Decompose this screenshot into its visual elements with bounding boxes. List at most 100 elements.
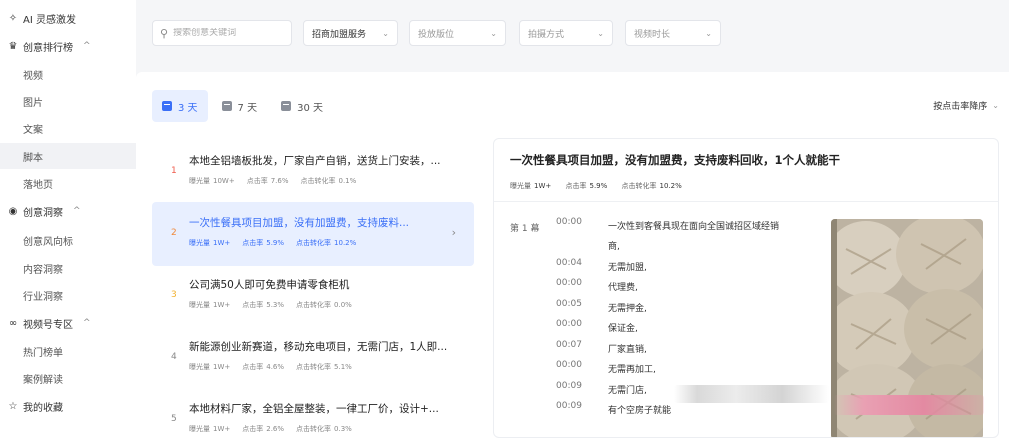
- sidebar-item[interactable]: 热门榜单: [0, 338, 136, 364]
- ctr-label: 点击率: [565, 182, 587, 190]
- exposure-label: 曝光量: [189, 425, 210, 433]
- ctr-value: 7.6%: [270, 177, 289, 185]
- subtitle-text: 保证金,: [608, 324, 638, 334]
- sidebar-item[interactable]: 创意风向标: [0, 227, 136, 253]
- ranking-item[interactable]: 1 本地全铝墙板批发，厂家自产自销，送货上门安装，... 曝光量 10W+ 点击率 7.6…: [152, 140, 474, 204]
- shooting-style-dropdown[interactable]: 拍摄方式 ⌄: [519, 20, 613, 46]
- tab-30-days[interactable]: 30 天: [271, 90, 333, 122]
- sidebar-item-label: 脚本: [23, 152, 43, 164]
- sidebar-item[interactable]: 案例解读: [0, 365, 136, 391]
- sidebar-item-label: 图片: [23, 97, 43, 109]
- subtitle-row: 00:00 无需再加工,: [556, 360, 826, 380]
- sidebar-item-label: 落地页: [23, 179, 53, 191]
- rank-number: 4: [171, 352, 177, 362]
- subtitle-row: 00:05 无需押金,: [556, 299, 826, 319]
- subtitle-text: 一次性到客餐具现在面向全国诚招区域经销: [608, 222, 780, 232]
- cvr-value: 0.1%: [338, 177, 357, 185]
- subtitle-row: 00:07 厂家直销,: [556, 340, 826, 360]
- subtitle-time: 00:09: [556, 401, 582, 411]
- cvr-value: 10.2%: [659, 182, 682, 190]
- exposure-value: 1W+: [534, 182, 552, 190]
- duration-dropdown-label: 视频时长: [634, 29, 671, 40]
- subtitle-time: 00:09: [556, 381, 582, 391]
- ctr-label: 点击率: [246, 177, 268, 185]
- ctr-label: 点击率: [242, 425, 264, 433]
- cvr-label: 点击转化率: [296, 301, 332, 309]
- tab-label: 30 天: [297, 102, 323, 114]
- channels-icon: ∞: [8, 317, 18, 329]
- duration-dropdown[interactable]: 视频时长 ⌄: [625, 20, 721, 46]
- calendar-icon: [281, 101, 292, 111]
- ranking-item[interactable]: 3 公司满50人即可免费申请零食柜机 曝光量 1W+ 点击率 5.3% 点击转化率 0.0%: [152, 264, 474, 328]
- subtitle-text: 无需再加工,: [608, 365, 656, 375]
- search-box[interactable]: ⚲: [152, 20, 292, 46]
- subtitle-time: 00:05: [556, 299, 582, 309]
- subtitle-text: 商,: [608, 242, 620, 252]
- subtitle-text: 有个空房子就能: [608, 406, 672, 416]
- sidebar-item[interactable]: ◉ 创意洞察 ^: [0, 198, 136, 224]
- rank-number: 2: [171, 228, 177, 238]
- sidebar-item-label: 案例解读: [23, 374, 63, 386]
- chevron-up-icon: ^: [73, 206, 81, 216]
- placement-dropdown-label: 投放版位: [418, 29, 455, 40]
- industry-dropdown[interactable]: 招商加盟服务 ⌄: [303, 20, 398, 46]
- sidebar-item[interactable]: 内容洞察: [0, 255, 136, 281]
- blurred-overlay: [834, 395, 984, 415]
- sidebar-item[interactable]: ☆ 我的收藏: [0, 393, 136, 419]
- rank-number: 3: [171, 290, 177, 300]
- sidebar-item[interactable]: 脚本: [0, 143, 136, 169]
- sidebar-item[interactable]: 文案: [0, 115, 136, 141]
- ctr-label: 点击率: [242, 363, 264, 371]
- ctr-value: 5.9%: [589, 182, 608, 190]
- blurred-overlay: [674, 385, 829, 403]
- ranking-title: 一次性餐具项目加盟，没有加盟费，支持废料...: [189, 217, 410, 229]
- calendar-icon: [221, 101, 232, 111]
- sidebar-item[interactable]: 视频: [0, 61, 136, 87]
- subtitle-time: 00:07: [556, 340, 582, 350]
- sidebar-item[interactable]: 行业洞察: [0, 282, 136, 308]
- ctr-value: 5.9%: [266, 239, 285, 247]
- cvr-label: 点击转化率: [296, 239, 332, 247]
- ranking-item[interactable]: 4 新能源创业新赛道，移动充电项目，无需门店，1人即... 曝光量 1W+ 点击率 4.6…: [152, 326, 474, 390]
- subtitle-time: 00:00: [556, 360, 582, 370]
- ctr-value: 4.6%: [266, 363, 285, 371]
- sort-dropdown[interactable]: 按点击率降序 ⌄: [933, 99, 999, 112]
- sidebar-item[interactable]: 图片: [0, 88, 136, 114]
- main-panel: 3 天 7 天 30 天 按点击率降序 ⌄ 1 本地全铝墙板批发，厂家自产自销，送…: [136, 72, 1009, 438]
- sidebar-item-label: 创意风向标: [23, 236, 73, 248]
- industry-dropdown-label: 招商加盟服务: [312, 29, 367, 40]
- sidebar-item[interactable]: ✧ AI 灵感激发: [0, 5, 136, 31]
- subtitle-row: 商,: [556, 237, 826, 257]
- sidebar-item-label: 文案: [23, 124, 43, 136]
- placement-dropdown[interactable]: 投放版位 ⌄: [409, 20, 506, 46]
- sidebar-item[interactable]: ∞ 视频号专区 ^: [0, 310, 136, 336]
- exposure-value: 1W+: [213, 425, 231, 433]
- ranking-stats: 曝光量 1W+ 点击率 5.3% 点击转化率 0.0%: [189, 300, 364, 310]
- rank-number: 1: [171, 166, 177, 176]
- cvr-label: 点击转化率: [296, 425, 332, 433]
- sidebar-item-label: 我的收藏: [23, 402, 63, 414]
- detail-title: 一次性餐具项目加盟，没有加盟费，支持废料回收，1个人就能干: [510, 153, 840, 167]
- tab-7-days[interactable]: 7 天: [212, 90, 268, 122]
- sidebar-item[interactable]: ♛ 创意排行榜 ^: [0, 33, 136, 59]
- sidebar-item-label: 视频号专区: [23, 319, 73, 331]
- ranking-item[interactable]: 2 一次性餐具项目加盟，没有加盟费，支持废料... 曝光量 1W+ 点击率 5.9% 点击转…: [152, 202, 474, 266]
- search-input[interactable]: [173, 28, 284, 38]
- exposure-value: 1W+: [213, 239, 231, 247]
- ranking-title: 本地全铝墙板批发，厂家自产自销，送货上门安装，...: [189, 155, 441, 167]
- tab-3-days[interactable]: 3 天: [152, 90, 208, 122]
- cvr-value: 10.2%: [334, 239, 357, 247]
- tab-label: 3 天: [178, 102, 198, 114]
- chevron-right-icon: ›: [451, 226, 456, 239]
- sidebar-item[interactable]: 落地页: [0, 170, 136, 196]
- exposure-value: 10W+: [213, 177, 235, 185]
- exposure-value: 1W+: [213, 363, 231, 371]
- subtitle-text: 无需加盟,: [608, 263, 647, 273]
- sort-label: 按点击率降序: [933, 102, 988, 112]
- ranking-item[interactable]: 5 本地材料厂家，全铝全屋整装，一律工厂价，设计+... 曝光量 1W+ 点击率 2.6%…: [152, 388, 474, 438]
- ranking-stats: 曝光量 1W+ 点击率 2.6% 点击转化率 0.3%: [189, 424, 364, 434]
- sparkle-icon: ✧: [8, 12, 18, 24]
- script-detail-card: 一次性餐具项目加盟，没有加盟费，支持废料回收，1个人就能干 曝光量 1W+ 点击率…: [493, 138, 999, 438]
- exposure-label: 曝光量: [189, 363, 210, 371]
- subtitle-time: 00:04: [556, 258, 582, 268]
